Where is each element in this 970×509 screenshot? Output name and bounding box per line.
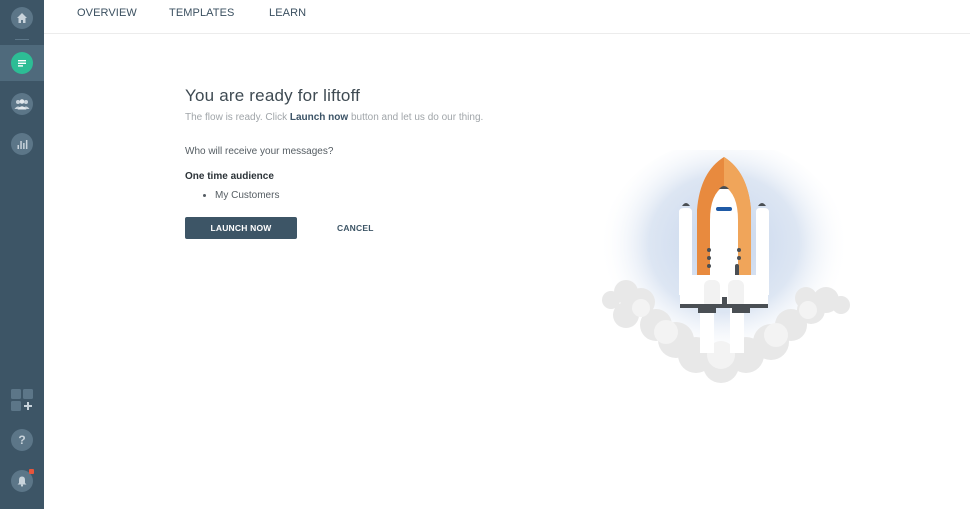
sidebar-item-notifications[interactable] [0,463,44,499]
notification-badge [29,469,34,474]
subtitle-text-start: The flow is ready. Click [185,112,290,123]
audience-question: Who will receive your messages? [185,146,334,157]
top-nav: OVERVIEW TEMPLATES LEARN [44,0,970,34]
tab-overview[interactable]: OVERVIEW [77,7,137,19]
add-grid-icon [11,389,33,411]
help-glyph: ? [18,433,26,447]
sidebar-item-add-app[interactable] [0,382,44,418]
bar-chart-icon [11,133,33,155]
chat-icon [11,52,33,74]
page-subtitle: The flow is ready. Click Launch now butt… [185,112,483,123]
cancel-button[interactable]: CANCEL [337,223,374,233]
home-icon [11,7,33,29]
subtitle-emphasis: Launch now [289,112,349,123]
page-title: You are ready for liftoff [185,86,361,105]
cockpit-window [716,207,732,211]
sidebar-divider [15,39,29,40]
tab-templates[interactable]: TEMPLATES [169,7,235,19]
tab-learn[interactable]: LEARN [269,7,306,19]
sidebar: ? [0,0,44,509]
audience-type-label: One time audience [185,171,274,182]
launch-now-button[interactable]: LAUNCH NOW [185,217,297,239]
subtitle-text-end: button and let us do our thing. [348,112,484,123]
sidebar-item-analytics[interactable] [0,126,44,162]
audience-list: My Customers [215,190,483,201]
rocket-launch-image [599,140,850,383]
action-row: LAUNCH NOW CANCEL [185,217,483,239]
help-icon: ? [11,429,33,451]
people-icon [11,93,33,115]
sidebar-item-home[interactable] [0,0,44,36]
audience-list-item: My Customers [215,190,483,201]
sidebar-item-help[interactable]: ? [0,422,44,458]
launch-panel: You are ready for liftoff The flow is re… [185,86,483,239]
sidebar-item-audience[interactable] [0,86,44,122]
bell-icon [11,469,34,492]
shuttle-body [710,186,738,285]
engine-base [680,304,768,308]
rocket-illustration [596,140,856,390]
sidebar-item-messages[interactable] [0,45,44,81]
